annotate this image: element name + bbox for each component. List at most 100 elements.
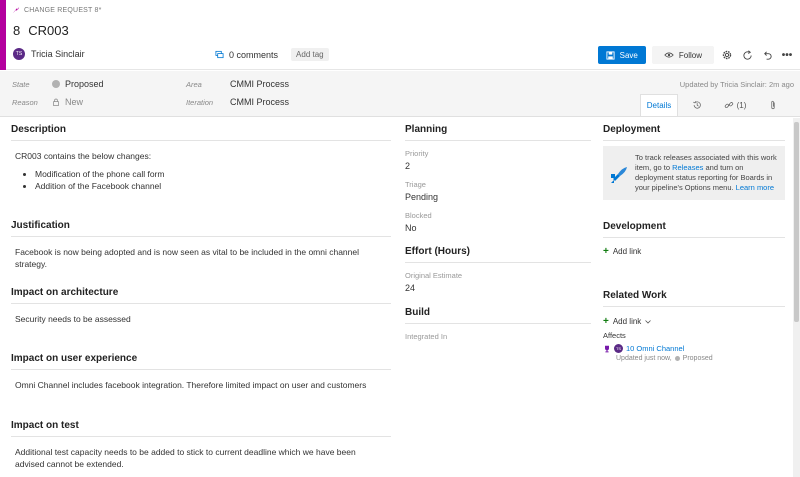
build-title: Build (405, 307, 591, 324)
comments-area: 0 comments Add tag (215, 48, 329, 61)
trophy-icon (605, 345, 609, 352)
save-label: Save (619, 50, 638, 60)
related-item[interactable]: TS 10 Omni Channel (603, 344, 785, 353)
reason-field: Reason New (12, 97, 83, 107)
list-item: Modification of the phone call form (35, 168, 391, 180)
paperclip-icon (771, 100, 775, 110)
effort-section: Effort (Hours) Original Estimate 24 (405, 246, 591, 293)
refresh-button[interactable] (740, 48, 754, 62)
refresh-icon (742, 49, 752, 60)
eye-icon (664, 52, 674, 58)
description-section: Description CR003 contains the below cha… (11, 124, 391, 192)
blocked-field[interactable]: No (405, 223, 591, 233)
details-tabs: Details (1) (640, 94, 792, 116)
development-title: Development (603, 221, 785, 238)
reason-label: Reason (12, 97, 38, 107)
save-icon (606, 50, 615, 60)
undo-icon (763, 51, 772, 60)
original-estimate-label: Original Estimate (405, 271, 463, 280)
related-work-section: Related Work + Add link Affects TS 10 Om… (603, 290, 785, 362)
iteration-field[interactable]: Iteration CMMI Process (186, 97, 289, 107)
work-item-title-text[interactable]: CR003 (28, 23, 68, 38)
undo-button[interactable] (760, 48, 774, 62)
comments-count[interactable]: 0 comments (229, 50, 278, 60)
gear-icon (722, 50, 732, 60)
description-text: CR003 contains the below changes: (15, 151, 152, 161)
build-section: Build Integrated In (405, 307, 591, 341)
original-estimate-field[interactable]: 24 (405, 283, 591, 293)
state-label: State (12, 79, 30, 89)
iteration-label: Iteration (186, 97, 214, 107)
related-add-link-button[interactable]: + Add link (603, 316, 785, 327)
related-item-link[interactable]: 10 Omni Channel (626, 344, 684, 353)
description-title: Description (11, 124, 391, 141)
settings-button[interactable] (720, 48, 734, 62)
history-icon (693, 101, 701, 109)
deployment-title: Deployment (603, 124, 785, 141)
description-field[interactable]: CR003 contains the below changes: Modifi… (11, 150, 391, 192)
state-dot-icon (674, 356, 680, 361)
impact-architecture-field[interactable]: Security needs to be assessed (11, 313, 391, 325)
tab-history[interactable] (678, 94, 716, 116)
reason-value-wrap: New (52, 97, 83, 107)
add-link-label: Add link (612, 247, 642, 256)
scrollbar-thumb[interactable] (794, 122, 799, 322)
related-item-meta: Updated just now, Proposed (603, 355, 785, 362)
justification-title: Justification (11, 220, 391, 237)
triage-field[interactable]: Pending (405, 192, 591, 202)
triage-label: Triage (405, 180, 426, 189)
iteration-value[interactable]: CMMI Process (230, 97, 289, 107)
related-item-state: Proposed (682, 355, 713, 362)
justification-field[interactable]: Facebook is now being adopted and is now… (11, 246, 387, 270)
work-item-title[interactable]: 8 CR003 (13, 23, 69, 38)
development-add-link-button[interactable]: + Add link (603, 246, 785, 257)
work-item-type: CHANGE REQUEST 8* (12, 6, 102, 14)
impact-ux-field[interactable]: Omni Channel includes facebook integrati… (11, 379, 371, 391)
description-bullets: Modification of the phone call form Addi… (15, 168, 391, 192)
tab-attachments[interactable] (754, 94, 792, 116)
impact-ux-section: Impact on user experience Omni Channel i… (11, 353, 391, 391)
avatar: TS (13, 48, 25, 60)
impact-test-title: Impact on test (11, 420, 391, 437)
impact-test-field[interactable]: Additional test capacity needs to be add… (11, 446, 387, 470)
reason-value: New (65, 97, 84, 107)
save-button[interactable]: Save (597, 46, 646, 64)
impact-ux-title: Impact on user experience (11, 353, 391, 370)
more-actions-button[interactable]: ••• (780, 48, 794, 62)
change-request-icon (12, 6, 20, 14)
assigned-to-name[interactable]: Tricia Sinclair (31, 49, 85, 59)
work-item-type-label: CHANGE REQUEST 8* (24, 6, 102, 14)
work-item-id: 8 (13, 23, 21, 38)
vertical-scrollbar[interactable] (793, 118, 800, 477)
related-work-title: Related Work (603, 290, 785, 307)
area-value[interactable]: CMMI Process (230, 79, 289, 89)
follow-button[interactable]: Follow (651, 46, 714, 64)
updated-by[interactable]: Updated by Tricia Sinclair: 2m ago (680, 80, 794, 89)
ellipsis-icon: ••• (781, 49, 793, 61)
impact-architecture-section: Impact on architecture Security needs to… (11, 287, 391, 325)
state-field[interactable]: State Proposed (12, 79, 104, 89)
deployment-info-box: To track releases associated with this w… (603, 146, 785, 200)
area-field[interactable]: Area CMMI Process (186, 79, 289, 89)
lock-icon (53, 98, 59, 106)
impact-test-section: Impact on test Additional test capacity … (11, 420, 391, 470)
state-value-wrap[interactable]: Proposed (52, 79, 104, 89)
toolbar: Save Follow ••• (597, 46, 794, 64)
tab-details[interactable]: Details (640, 94, 678, 116)
tab-details-label: Details (646, 101, 672, 110)
tab-links[interactable]: (1) (716, 94, 754, 116)
comment-icon (215, 50, 224, 59)
plus-icon: + (603, 316, 609, 327)
priority-field[interactable]: 2 (405, 161, 591, 171)
avatar: TS (614, 344, 623, 353)
learn-more-link[interactable]: Learn more (736, 183, 774, 192)
planning-section: Planning Priority 2 Triage Pending Block… (405, 124, 591, 233)
related-item-updated: Updated just now, (616, 355, 672, 362)
blocked-label: Blocked (405, 211, 432, 220)
assigned-to[interactable]: TS Tricia Sinclair (13, 48, 85, 60)
effort-title: Effort (Hours) (405, 246, 591, 263)
releases-link[interactable]: Releases (672, 163, 703, 172)
add-tag-button[interactable]: Add tag (291, 48, 329, 61)
rocket-icon (611, 167, 627, 183)
planning-title: Planning (405, 124, 591, 141)
